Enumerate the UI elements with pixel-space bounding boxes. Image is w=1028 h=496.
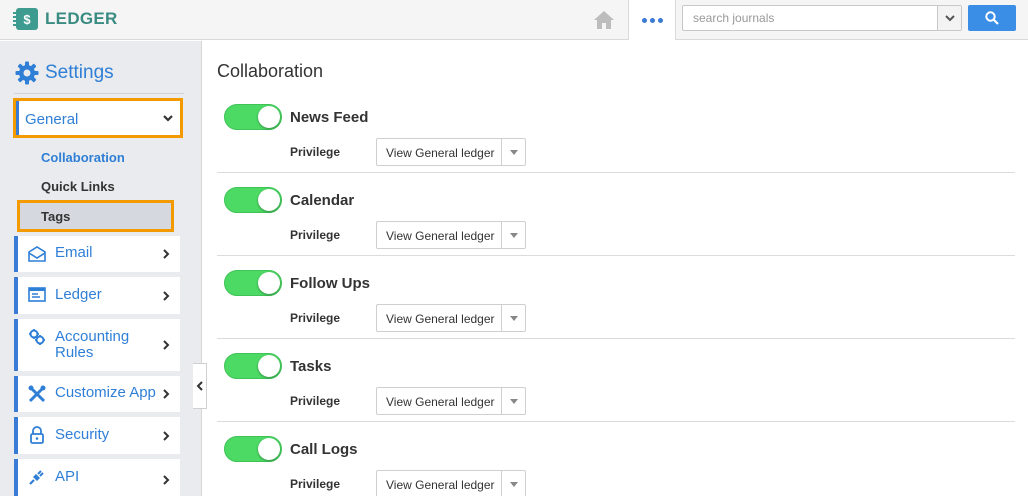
search-input[interactable] [683,6,935,30]
sidebar-item-customize-app[interactable]: Customize App [14,376,180,412]
sidebar-item-label: API [55,468,80,485]
feature-row-tasks: Tasks Privilege View General ledger [217,339,1015,422]
privilege-label: Privilege [290,228,341,242]
tasks-toggle[interactable] [224,353,282,379]
sidebar-item-accounting-rules[interactable]: Accounting Rules [14,319,180,371]
chevron-right-icon [163,475,170,485]
sidebar-subitem-collaboration[interactable]: Collaboration [41,150,125,165]
chevron-down-icon [163,115,173,122]
sidebar-subitem-label: Tags [41,209,71,224]
sidebar-item-general[interactable]: General [13,98,183,138]
sidebar-item-label: General [25,111,79,128]
feature-title: Calendar [290,192,355,209]
main-content: Collaboration News Feed Privilege View G… [202,41,1028,496]
sidebar-item-label: Ledger [55,286,102,303]
ledger-icon [28,287,46,302]
sidebar-item-email[interactable]: Email [14,236,180,272]
privilege-label: Privilege [290,145,341,159]
chevron-right-icon [163,340,170,350]
gears-icon [29,329,45,345]
sidebar-item-security[interactable]: Security [14,417,180,454]
more-dots-icon [641,17,663,23]
privilege-label: Privilege [290,477,341,491]
tools-icon [28,385,46,403]
settings-title: Settings [45,62,114,83]
feature-row-call-logs: Call Logs Privilege View General ledger [217,422,1015,496]
follow-ups-toggle[interactable] [224,270,282,296]
plug-icon [29,470,44,485]
search-icon [985,11,999,25]
toggle-knob [258,106,280,128]
search-scope-dropdown[interactable] [937,6,961,30]
toggle-knob [258,189,280,211]
app-logo[interactable]: $ LEDGER [13,7,118,31]
chevron-down-icon [944,14,955,21]
calendar-toggle[interactable] [224,187,282,213]
feature-title: News Feed [290,109,369,126]
collapse-sidebar-button[interactable] [193,363,207,409]
app-name: LEDGER [45,9,118,28]
sidebar-item-label: Accounting Rules [55,328,130,361]
chevron-right-icon [163,389,170,399]
chevron-right-icon [163,431,170,441]
privilege-value: View General ledger [386,312,495,326]
privilege-label: Privilege [290,394,341,408]
feature-title: Follow Ups [290,275,370,292]
settings-header: Settings [15,61,114,85]
sidebar-item-label: Customize App [55,384,156,401]
page-title: Collaboration [217,61,324,81]
toggle-knob [258,272,280,294]
envelope-icon [28,246,46,262]
chevron-left-icon [196,381,203,391]
privilege-value: View General ledger [386,478,495,492]
dropdown-arrow-icon [501,139,525,165]
feature-row-follow-ups: Follow Ups Privilege View General ledger [217,256,1015,339]
sidebar-subitem-quick-links[interactable]: Quick Links [41,179,115,194]
home-icon [594,11,614,29]
dropdown-arrow-icon [501,222,525,248]
ledger-logo-icon: $ [13,8,38,30]
sidebar-item-label: Email [55,244,93,261]
dropdown-arrow-icon [501,471,525,496]
feature-title: Tasks [290,358,332,375]
chevron-right-icon [163,249,170,259]
toggle-knob [258,355,280,377]
privilege-value: View General ledger [386,146,495,160]
divider [14,93,184,94]
feature-row-news-feed: News Feed Privilege View General ledger [217,90,1015,173]
lock-icon [30,426,44,444]
sidebar-subitem-tags[interactable]: Tags [17,200,174,232]
top-bar: $ LEDGER [0,0,1028,40]
call-logs-privilege-select[interactable]: View General ledger [376,470,526,496]
search-box [682,5,962,31]
news-feed-toggle[interactable] [224,104,282,130]
feature-title: Call Logs [290,441,358,458]
privilege-value: View General ledger [386,395,495,409]
toggle-knob [258,438,280,460]
privilege-label: Privilege [290,311,341,325]
more-button[interactable] [628,0,676,40]
gear-icon [15,61,39,85]
follow-ups-privilege-select[interactable]: View General ledger [376,304,526,332]
call-logs-toggle[interactable] [224,436,282,462]
sidebar-item-ledger[interactable]: Ledger [14,277,180,314]
dropdown-arrow-icon [501,388,525,414]
settings-sidebar: Settings General Collaboration Quick Lin… [0,41,202,496]
chevron-right-icon [163,291,170,301]
home-button[interactable] [580,0,628,40]
feature-row-calendar: Calendar Privilege View General ledger [217,173,1015,256]
news-feed-privilege-select[interactable]: View General ledger [376,138,526,166]
tasks-privilege-select[interactable]: View General ledger [376,387,526,415]
calendar-privilege-select[interactable]: View General ledger [376,221,526,249]
privilege-value: View General ledger [386,229,495,243]
sidebar-item-api[interactable]: API [14,459,180,496]
dropdown-arrow-icon [501,305,525,331]
search-button[interactable] [968,5,1016,31]
sidebar-item-label: Security [55,426,110,443]
